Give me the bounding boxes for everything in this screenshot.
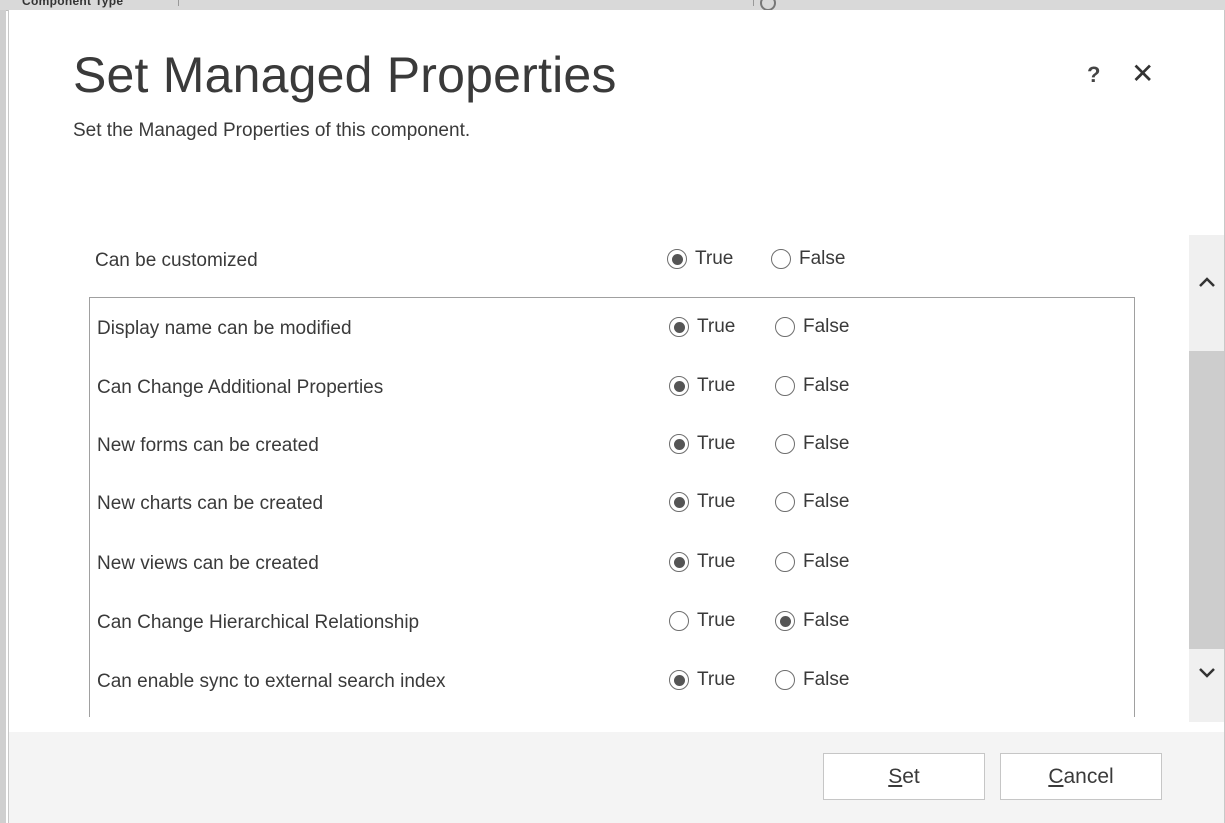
radio-label-false: False — [803, 551, 850, 572]
radio-button[interactable] — [775, 611, 795, 631]
radio-button[interactable] — [669, 376, 689, 396]
property-label: New views can be created — [97, 553, 319, 574]
radio-can-be-customized-false[interactable]: False — [771, 248, 845, 270]
vertical-scrollbar[interactable] — [1189, 235, 1224, 722]
radio-option-false[interactable]: False — [775, 610, 849, 632]
radio-label-true: True — [697, 433, 736, 454]
dialog-subtitle: Set the Managed Properties of this compo… — [73, 120, 471, 141]
radio-option-false[interactable]: False — [775, 375, 849, 397]
radio-label-false: False — [803, 491, 850, 512]
property-label: Can enable sync to external search index — [97, 671, 446, 692]
dialog-footer: Set Cancel — [9, 732, 1224, 823]
close-icon[interactable]: ✕ — [1131, 57, 1154, 90]
radio-button[interactable] — [667, 249, 687, 269]
background-app-edge — [0, 10, 6, 823]
radio-label-true: True — [697, 669, 736, 690]
radio-button[interactable] — [775, 434, 795, 454]
radio-label-false: False — [799, 248, 846, 269]
radio-option-true[interactable]: True — [669, 551, 735, 573]
radio-option-true[interactable]: True — [669, 669, 735, 691]
radio-button[interactable] — [669, 492, 689, 512]
radio-label-false: False — [803, 669, 850, 690]
property-label-can-be-customized: Can be customized — [95, 250, 258, 271]
chevron-up-icon[interactable] — [1197, 272, 1217, 292]
set-button[interactable]: Set — [823, 753, 985, 800]
radio-button[interactable] — [669, 434, 689, 454]
radio-option-false[interactable]: False — [775, 669, 849, 691]
radio-label-true: True — [697, 610, 736, 631]
radio-button[interactable] — [775, 317, 795, 337]
property-label: New charts can be created — [97, 493, 324, 514]
property-label: Can Change Additional Properties — [97, 377, 384, 398]
radio-option-true[interactable]: True — [669, 433, 735, 455]
radio-label-false: False — [803, 433, 850, 454]
radio-option-true[interactable]: True — [669, 610, 735, 632]
radio-option-true[interactable]: True — [669, 375, 735, 397]
chevron-down-icon[interactable] — [1197, 663, 1217, 683]
radio-label-false: False — [803, 316, 850, 337]
radio-button[interactable] — [775, 492, 795, 512]
radio-label-true: True — [697, 375, 736, 396]
radio-option-true[interactable]: True — [669, 491, 735, 513]
radio-option-false[interactable]: False — [775, 491, 849, 513]
radio-button[interactable] — [775, 552, 795, 572]
radio-button[interactable] — [669, 611, 689, 631]
help-icon[interactable]: ? — [1087, 62, 1100, 88]
property-label: New forms can be created — [97, 435, 319, 456]
radio-label-true: True — [697, 491, 736, 512]
radio-label-true: True — [697, 551, 736, 572]
set-managed-properties-dialog: Set Managed Properties Set the Managed P… — [8, 10, 1225, 823]
background-field — [178, 0, 754, 6]
background-partial-text: Component Type — [22, 0, 124, 8]
radio-button[interactable] — [771, 249, 791, 269]
radio-button[interactable] — [669, 317, 689, 337]
cancel-button[interactable]: Cancel — [1000, 753, 1162, 800]
radio-button[interactable] — [775, 670, 795, 690]
radio-label-false: False — [803, 375, 850, 396]
scrollbar-thumb[interactable] — [1189, 351, 1224, 649]
radio-button[interactable] — [775, 376, 795, 396]
radio-option-false[interactable]: False — [775, 316, 849, 338]
radio-option-true[interactable]: True — [669, 316, 735, 338]
radio-label-false: False — [803, 610, 850, 631]
property-label: Display name can be modified — [97, 318, 352, 339]
radio-option-false[interactable]: False — [775, 551, 849, 573]
property-label: Can Change Hierarchical Relationship — [97, 612, 420, 633]
radio-label-true: True — [695, 248, 734, 269]
radio-button[interactable] — [669, 552, 689, 572]
radio-can-be-customized-true[interactable]: True — [667, 248, 733, 270]
radio-button[interactable] — [669, 670, 689, 690]
radio-label-true: True — [697, 316, 736, 337]
radio-option-false[interactable]: False — [775, 433, 849, 455]
dialog-title: Set Managed Properties — [73, 47, 617, 103]
